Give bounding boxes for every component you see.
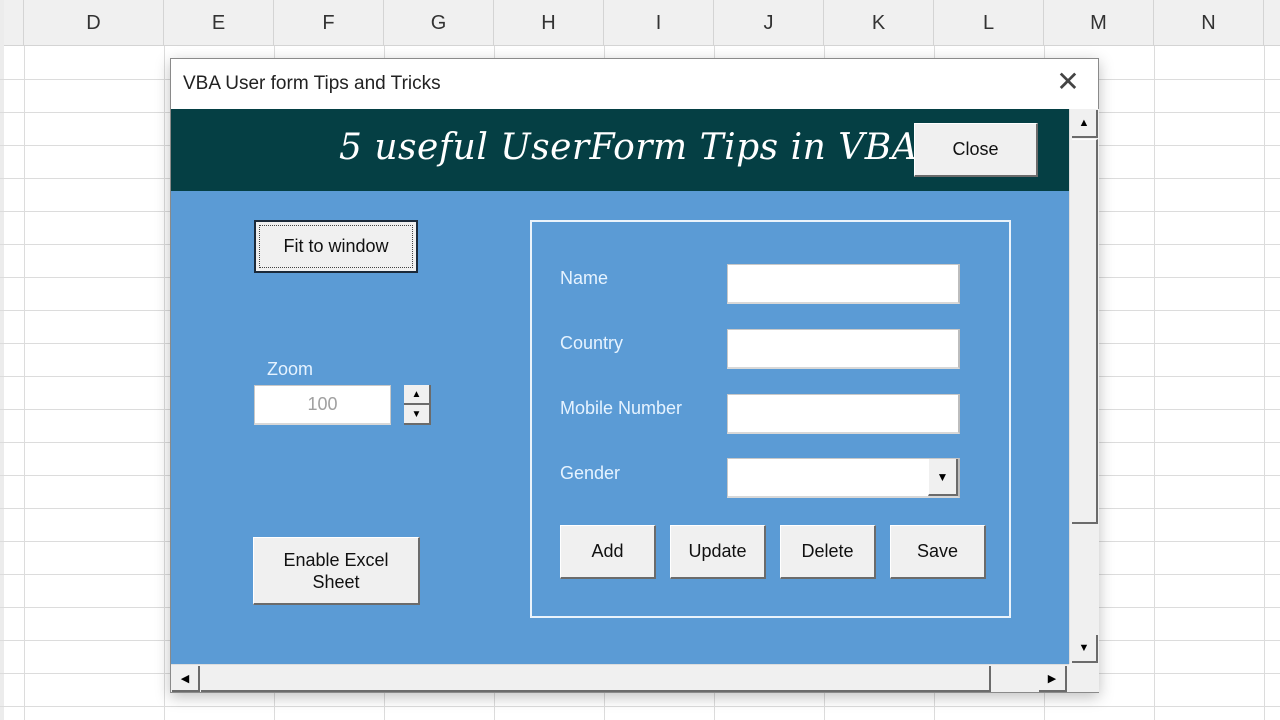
scrollbar-corner xyxy=(1069,664,1099,692)
enable-excel-sheet-button[interactable]: Enable Excel Sheet xyxy=(253,537,420,605)
dialog-titlebar[interactable]: VBA User form Tips and Tricks ✕ xyxy=(171,59,1098,109)
horizontal-scrollbar[interactable]: ◀ ▶ xyxy=(171,664,1069,692)
gender-label: Gender xyxy=(560,463,621,483)
column-gridline xyxy=(1264,46,1265,720)
column-header-n[interactable]: N xyxy=(1154,0,1264,46)
row-header-corner xyxy=(4,0,24,46)
column-header-f[interactable]: F xyxy=(274,0,384,46)
scroll-left-icon[interactable]: ◀ xyxy=(172,666,200,692)
column-header-row: D E F G H I J K L M N xyxy=(0,0,1280,46)
fit-to-window-label: Fit to window xyxy=(259,225,413,268)
country-label: Country xyxy=(560,333,624,353)
vertical-scroll-thumb[interactable] xyxy=(1072,139,1098,524)
country-input[interactable] xyxy=(727,329,960,369)
column-gridline xyxy=(1154,46,1155,720)
banner-title: 5 useful UserForm Tips in VBA xyxy=(339,127,919,168)
save-button[interactable]: Save xyxy=(890,525,986,579)
vertical-scrollbar[interactable]: ▲ ▼ xyxy=(1069,109,1099,664)
column-header-l[interactable]: L xyxy=(934,0,1044,46)
name-label: Name xyxy=(560,268,609,288)
close-icon[interactable]: ✕ xyxy=(1054,68,1082,97)
column-gridline xyxy=(164,46,165,720)
column-header-g[interactable]: G xyxy=(384,0,494,46)
data-entry-frame: Name Country Mobile Number Gender ▼ Add … xyxy=(530,220,1011,618)
column-gridline xyxy=(24,46,25,720)
update-button[interactable]: Update xyxy=(670,525,766,579)
fit-to-window-button[interactable]: Fit to window xyxy=(254,220,418,273)
column-header-i[interactable]: I xyxy=(604,0,714,46)
column-header-j[interactable]: J xyxy=(714,0,824,46)
zoom-input[interactable]: 100 xyxy=(254,385,391,425)
scroll-down-icon[interactable]: ▼ xyxy=(1072,635,1098,663)
scroll-up-icon[interactable]: ▲ xyxy=(1072,110,1098,138)
column-header-e[interactable]: E xyxy=(164,0,274,46)
banner: 5 useful UserForm Tips in VBA Close xyxy=(171,109,1069,191)
zoom-spin-up-icon[interactable]: ▲ xyxy=(404,385,431,405)
column-header-k[interactable]: K xyxy=(824,0,934,46)
form-client-area: 5 useful UserForm Tips in VBA Close Fit … xyxy=(171,109,1069,664)
horizontal-scroll-thumb[interactable] xyxy=(201,666,991,692)
chevron-down-icon[interactable]: ▼ xyxy=(928,459,958,496)
row-header-strip xyxy=(0,0,4,720)
name-input[interactable] xyxy=(727,264,960,304)
gender-combobox[interactable]: ▼ xyxy=(727,458,960,498)
row-gridline xyxy=(0,706,1280,707)
close-button[interactable]: Close xyxy=(914,123,1038,177)
mobile-number-input[interactable] xyxy=(727,394,960,434)
add-button[interactable]: Add xyxy=(560,525,656,579)
column-header-m[interactable]: M xyxy=(1044,0,1154,46)
zoom-label: Zoom xyxy=(267,359,314,379)
column-header-h[interactable]: H xyxy=(494,0,604,46)
enable-excel-sheet-label: Enable Excel Sheet xyxy=(283,549,389,592)
mobile-number-label: Mobile Number xyxy=(560,398,683,418)
scroll-right-icon[interactable]: ▶ xyxy=(1039,666,1067,692)
dialog-title: VBA User form Tips and Tricks xyxy=(183,73,441,94)
column-header-d[interactable]: D xyxy=(24,0,164,46)
userform-dialog: VBA User form Tips and Tricks ✕ 5 useful… xyxy=(170,58,1099,693)
delete-button[interactable]: Delete xyxy=(780,525,876,579)
zoom-spin-down-icon[interactable]: ▼ xyxy=(404,405,431,425)
